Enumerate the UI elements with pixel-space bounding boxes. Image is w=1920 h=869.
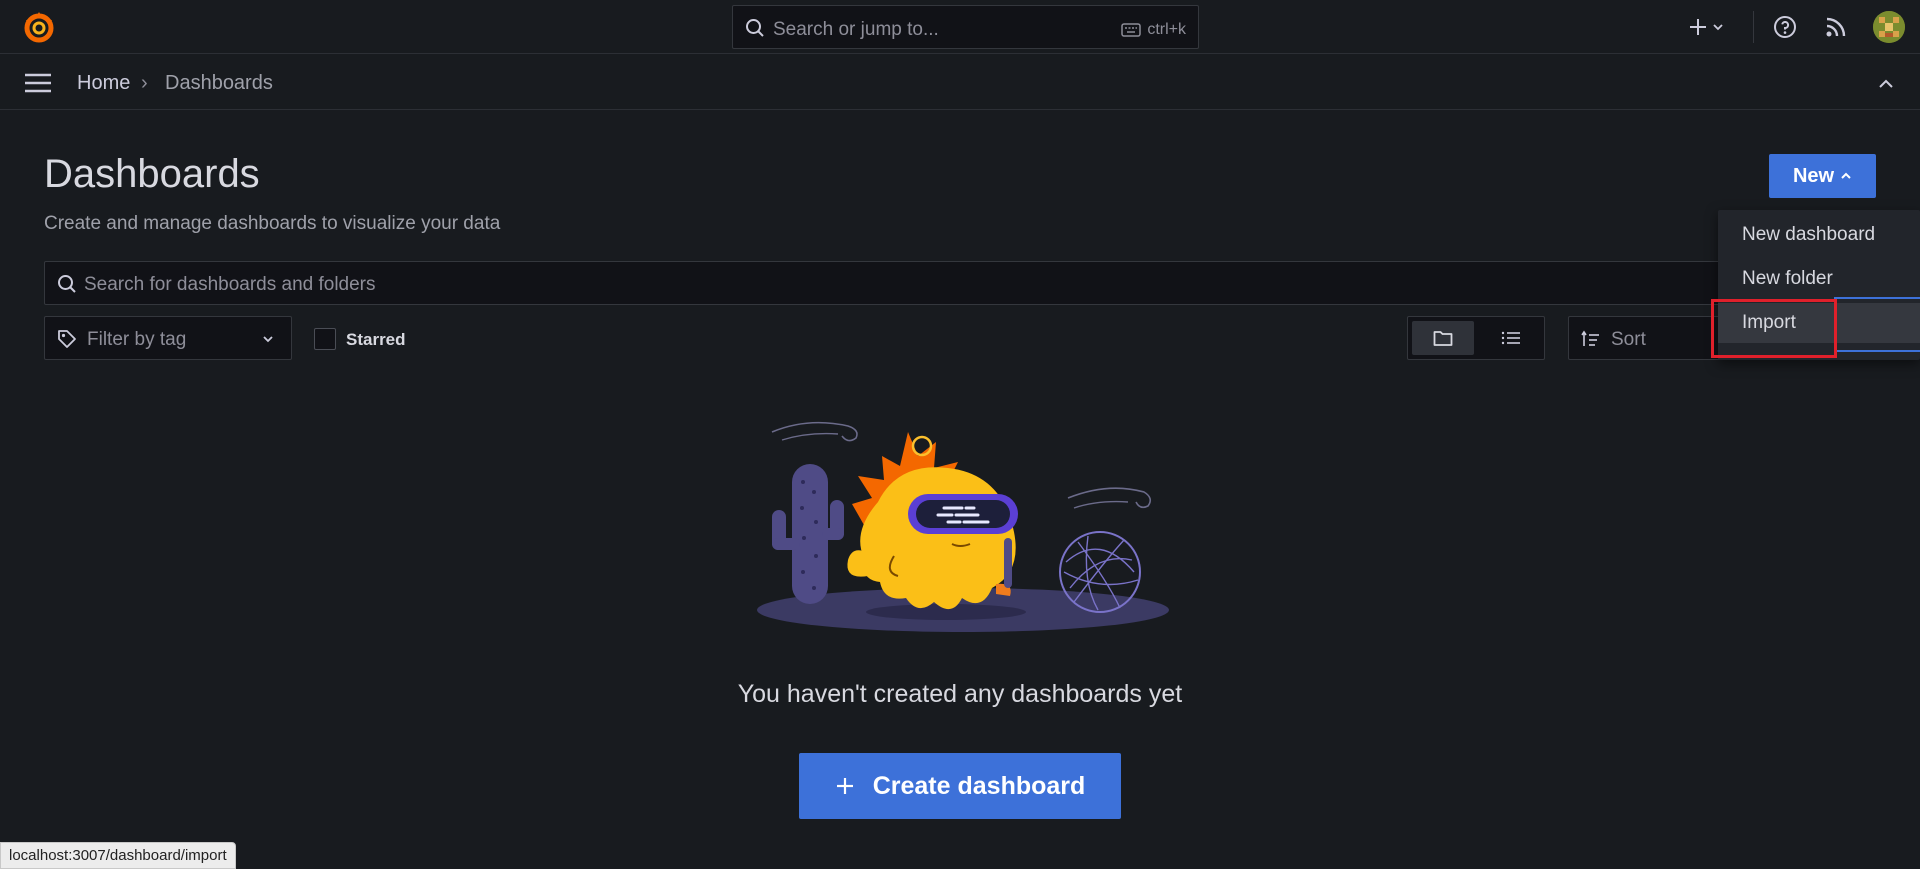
rss-icon[interactable]: [1825, 16, 1847, 38]
breadcrumb-current: Dashboards: [165, 72, 273, 94]
plus-icon: [1690, 19, 1706, 35]
chevron-down-icon: [1713, 24, 1723, 31]
user-avatar[interactable]: [1873, 11, 1905, 43]
view-mode-toggle: [1407, 316, 1545, 360]
keyboard-icon: [1121, 23, 1142, 37]
create-dashboard-label: Create dashboard: [872, 771, 1086, 800]
starred-label[interactable]: Starred: [346, 330, 406, 350]
chevron-up-icon: [1841, 172, 1851, 179]
new-button-label: New: [1792, 164, 1835, 187]
global-search-input[interactable]: Search or jump to... ctrl+k: [732, 5, 1199, 49]
search-icon: [746, 19, 764, 37]
tag-icon: [58, 330, 76, 348]
dashboard-search-placeholder: Search for dashboards and folders: [84, 274, 376, 295]
page-subtitle: Create and manage dashboards to visualiz…: [44, 213, 501, 234]
global-search-placeholder: Search or jump to...: [773, 19, 939, 40]
page-title: Dashboards: [44, 152, 260, 196]
add-new-button[interactable]: [1688, 12, 1734, 42]
breadcrumb-separator: ›: [141, 72, 148, 94]
new-button[interactable]: New: [1769, 154, 1876, 198]
create-dashboard-button[interactable]: Create dashboard: [799, 753, 1121, 819]
toolbar-divider: [1753, 11, 1754, 43]
menu-item-new-folder[interactable]: New folder: [1718, 259, 1920, 299]
new-dropdown-menu: New dashboard New folder Import: [1718, 210, 1920, 360]
menu-icon[interactable]: [24, 72, 52, 94]
folder-icon: [1433, 331, 1453, 346]
search-icon: [58, 275, 76, 293]
chevron-down-icon: [263, 336, 273, 343]
sort-placeholder: Sort: [1611, 329, 1646, 350]
menu-item-import[interactable]: Import: [1718, 303, 1920, 343]
focus-line: [1834, 297, 1920, 299]
keyboard-shortcut-hint: ctrl+k: [1121, 21, 1186, 39]
dashboard-search-input[interactable]: Search for dashboards and folders: [44, 261, 1744, 305]
folder-view-button[interactable]: [1412, 321, 1474, 355]
tag-filter-select[interactable]: Filter by tag: [44, 316, 292, 360]
sort-icon: [1581, 330, 1599, 346]
list-view-button[interactable]: [1480, 321, 1542, 355]
status-bar-url: localhost:3007/dashboard/import: [0, 842, 236, 869]
empty-state-illustration: [748, 412, 1172, 640]
empty-state-message: You haven't created any dashboards yet: [737, 680, 1183, 708]
shortcut-text: ctrl+k: [1147, 21, 1186, 38]
grafana-logo-icon[interactable]: [22, 10, 56, 44]
breadcrumb-bar: Home › Dashboards: [0, 55, 1920, 110]
breadcrumb-home[interactable]: Home: [77, 72, 130, 95]
chevron-up-icon[interactable]: [1876, 74, 1896, 94]
plus-icon: [836, 778, 853, 794]
list-icon: [1501, 331, 1520, 345]
top-navbar: Search or jump to... ctrl+k: [0, 0, 1920, 54]
focus-line: [1834, 350, 1920, 352]
menu-item-new-dashboard[interactable]: New dashboard: [1718, 215, 1920, 255]
tag-filter-placeholder: Filter by tag: [87, 329, 187, 350]
help-icon[interactable]: [1773, 15, 1797, 39]
starred-checkbox[interactable]: [314, 328, 336, 350]
